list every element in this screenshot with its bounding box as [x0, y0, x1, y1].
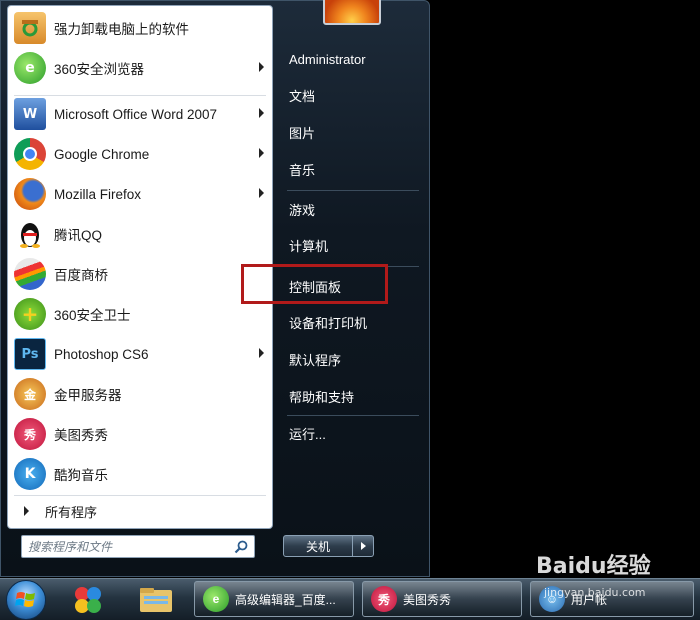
shutdown-options-button[interactable]: [353, 535, 374, 557]
program-item[interactable]: + 360安全卫士: [8, 294, 272, 334]
submenu-arrow-icon: [259, 108, 264, 118]
taskbar-button-label: 高级编辑器_百度...: [235, 592, 336, 607]
program-item[interactable]: 金 金甲服务器: [8, 374, 272, 414]
program-item[interactable]: 腾讯QQ: [8, 214, 272, 254]
submenu-arrow-icon: [259, 62, 264, 72]
taskbar-button-label: 美图秀秀: [403, 592, 452, 607]
pictures-link[interactable]: 图片: [281, 118, 421, 146]
chevron-right-icon: [360, 542, 366, 550]
meitu-icon: 秀: [14, 418, 46, 450]
program-label: 腾讯QQ: [54, 228, 103, 243]
photoshop-icon: Ps: [14, 338, 46, 370]
divider: [287, 415, 419, 416]
annotation-highlight-box: [241, 264, 388, 304]
program-item[interactable]: Google Chrome: [8, 134, 272, 174]
search-input[interactable]: [28, 536, 228, 557]
firefox-icon: [14, 178, 46, 210]
documents-link[interactable]: 文档: [281, 81, 421, 109]
program-item[interactable]: W Microsoft Office Word 2007: [8, 94, 272, 134]
all-programs-label: 所有程序: [45, 504, 98, 520]
jinjia-server-icon: 金: [14, 378, 46, 410]
program-label: Microsoft Office Word 2007: [54, 106, 218, 122]
taskbar-button[interactable]: 秀 美图秀秀: [362, 581, 522, 617]
program-label: 强力卸载电脑上的软件: [54, 22, 189, 37]
default-programs-link[interactable]: 默认程序: [281, 345, 421, 373]
program-label: 360安全浏览器: [54, 62, 145, 77]
expand-arrow-icon: [24, 506, 29, 516]
program-label: Photoshop CS6: [54, 346, 149, 362]
uninstall-box-icon: [14, 12, 46, 44]
baidu-watermark: Baidu经验: [536, 554, 651, 579]
program-label: 美图秀秀: [54, 428, 108, 443]
user-avatar[interactable]: [323, 0, 381, 25]
all-programs-button[interactable]: 所有程序: [8, 497, 272, 525]
qq-penguin-icon: [14, 218, 46, 250]
explorer-folder-icon[interactable]: [136, 582, 176, 618]
search-icon[interactable]: [234, 540, 248, 554]
submenu-arrow-icon: [259, 188, 264, 198]
user-name-link[interactable]: Administrator: [281, 45, 421, 73]
program-item[interactable]: 百度商桥: [8, 254, 272, 294]
360-browser-icon: e: [203, 586, 229, 612]
program-item[interactable]: K 酷狗音乐: [8, 454, 272, 494]
program-item[interactable]: Ps Photoshop CS6: [8, 334, 272, 374]
360-browser-icon: e: [14, 52, 46, 84]
program-label: 酷狗音乐: [54, 468, 108, 483]
program-label: 金甲服务器: [54, 388, 122, 403]
games-link[interactable]: 游戏: [281, 195, 421, 223]
desktop: 强力卸载电脑上的软件 e 360安全浏览器 W Microsoft Office…: [0, 0, 700, 620]
run-link[interactable]: 运行...: [281, 419, 421, 447]
start-orb-button[interactable]: [6, 580, 46, 620]
computer-link[interactable]: 计算机: [281, 231, 421, 259]
shutdown-button[interactable]: 关机: [283, 535, 353, 557]
windows-logo-icon: [15, 592, 35, 607]
program-item[interactable]: 秀 美图秀秀: [8, 414, 272, 454]
chrome-icon: [14, 138, 46, 170]
submenu-arrow-icon: [259, 348, 264, 358]
kugou-icon: K: [14, 458, 46, 490]
search-box[interactable]: [21, 535, 255, 558]
divider: [14, 495, 266, 496]
word-icon: W: [14, 98, 46, 130]
360-safe-guard-icon: +: [14, 298, 46, 330]
program-label: 360安全卫士: [54, 308, 131, 323]
music-link[interactable]: 音乐: [281, 155, 421, 183]
devices-printers-link[interactable]: 设备和打印机: [281, 308, 421, 336]
pinned-app-icon[interactable]: [68, 582, 108, 618]
program-item[interactable]: 强力卸载电脑上的软件: [8, 8, 272, 48]
submenu-arrow-icon: [259, 148, 264, 158]
program-label: Mozilla Firefox: [54, 186, 142, 202]
program-label: Google Chrome: [54, 146, 150, 162]
baidu-shangqiao-icon: [14, 258, 46, 290]
taskbar-button[interactable]: e 高级编辑器_百度...: [194, 581, 354, 617]
divider: [287, 190, 419, 191]
program-label: 百度商桥: [54, 268, 108, 283]
meitu-icon: 秀: [371, 586, 397, 612]
help-support-link[interactable]: 帮助和支持: [281, 382, 421, 410]
programs-panel: 强力卸载电脑上的软件 e 360安全浏览器 W Microsoft Office…: [7, 5, 273, 529]
program-item[interactable]: e 360安全浏览器: [8, 48, 272, 88]
program-item[interactable]: Mozilla Firefox: [8, 174, 272, 214]
baidu-watermark-url: jingyan.baidu.com: [544, 586, 646, 599]
